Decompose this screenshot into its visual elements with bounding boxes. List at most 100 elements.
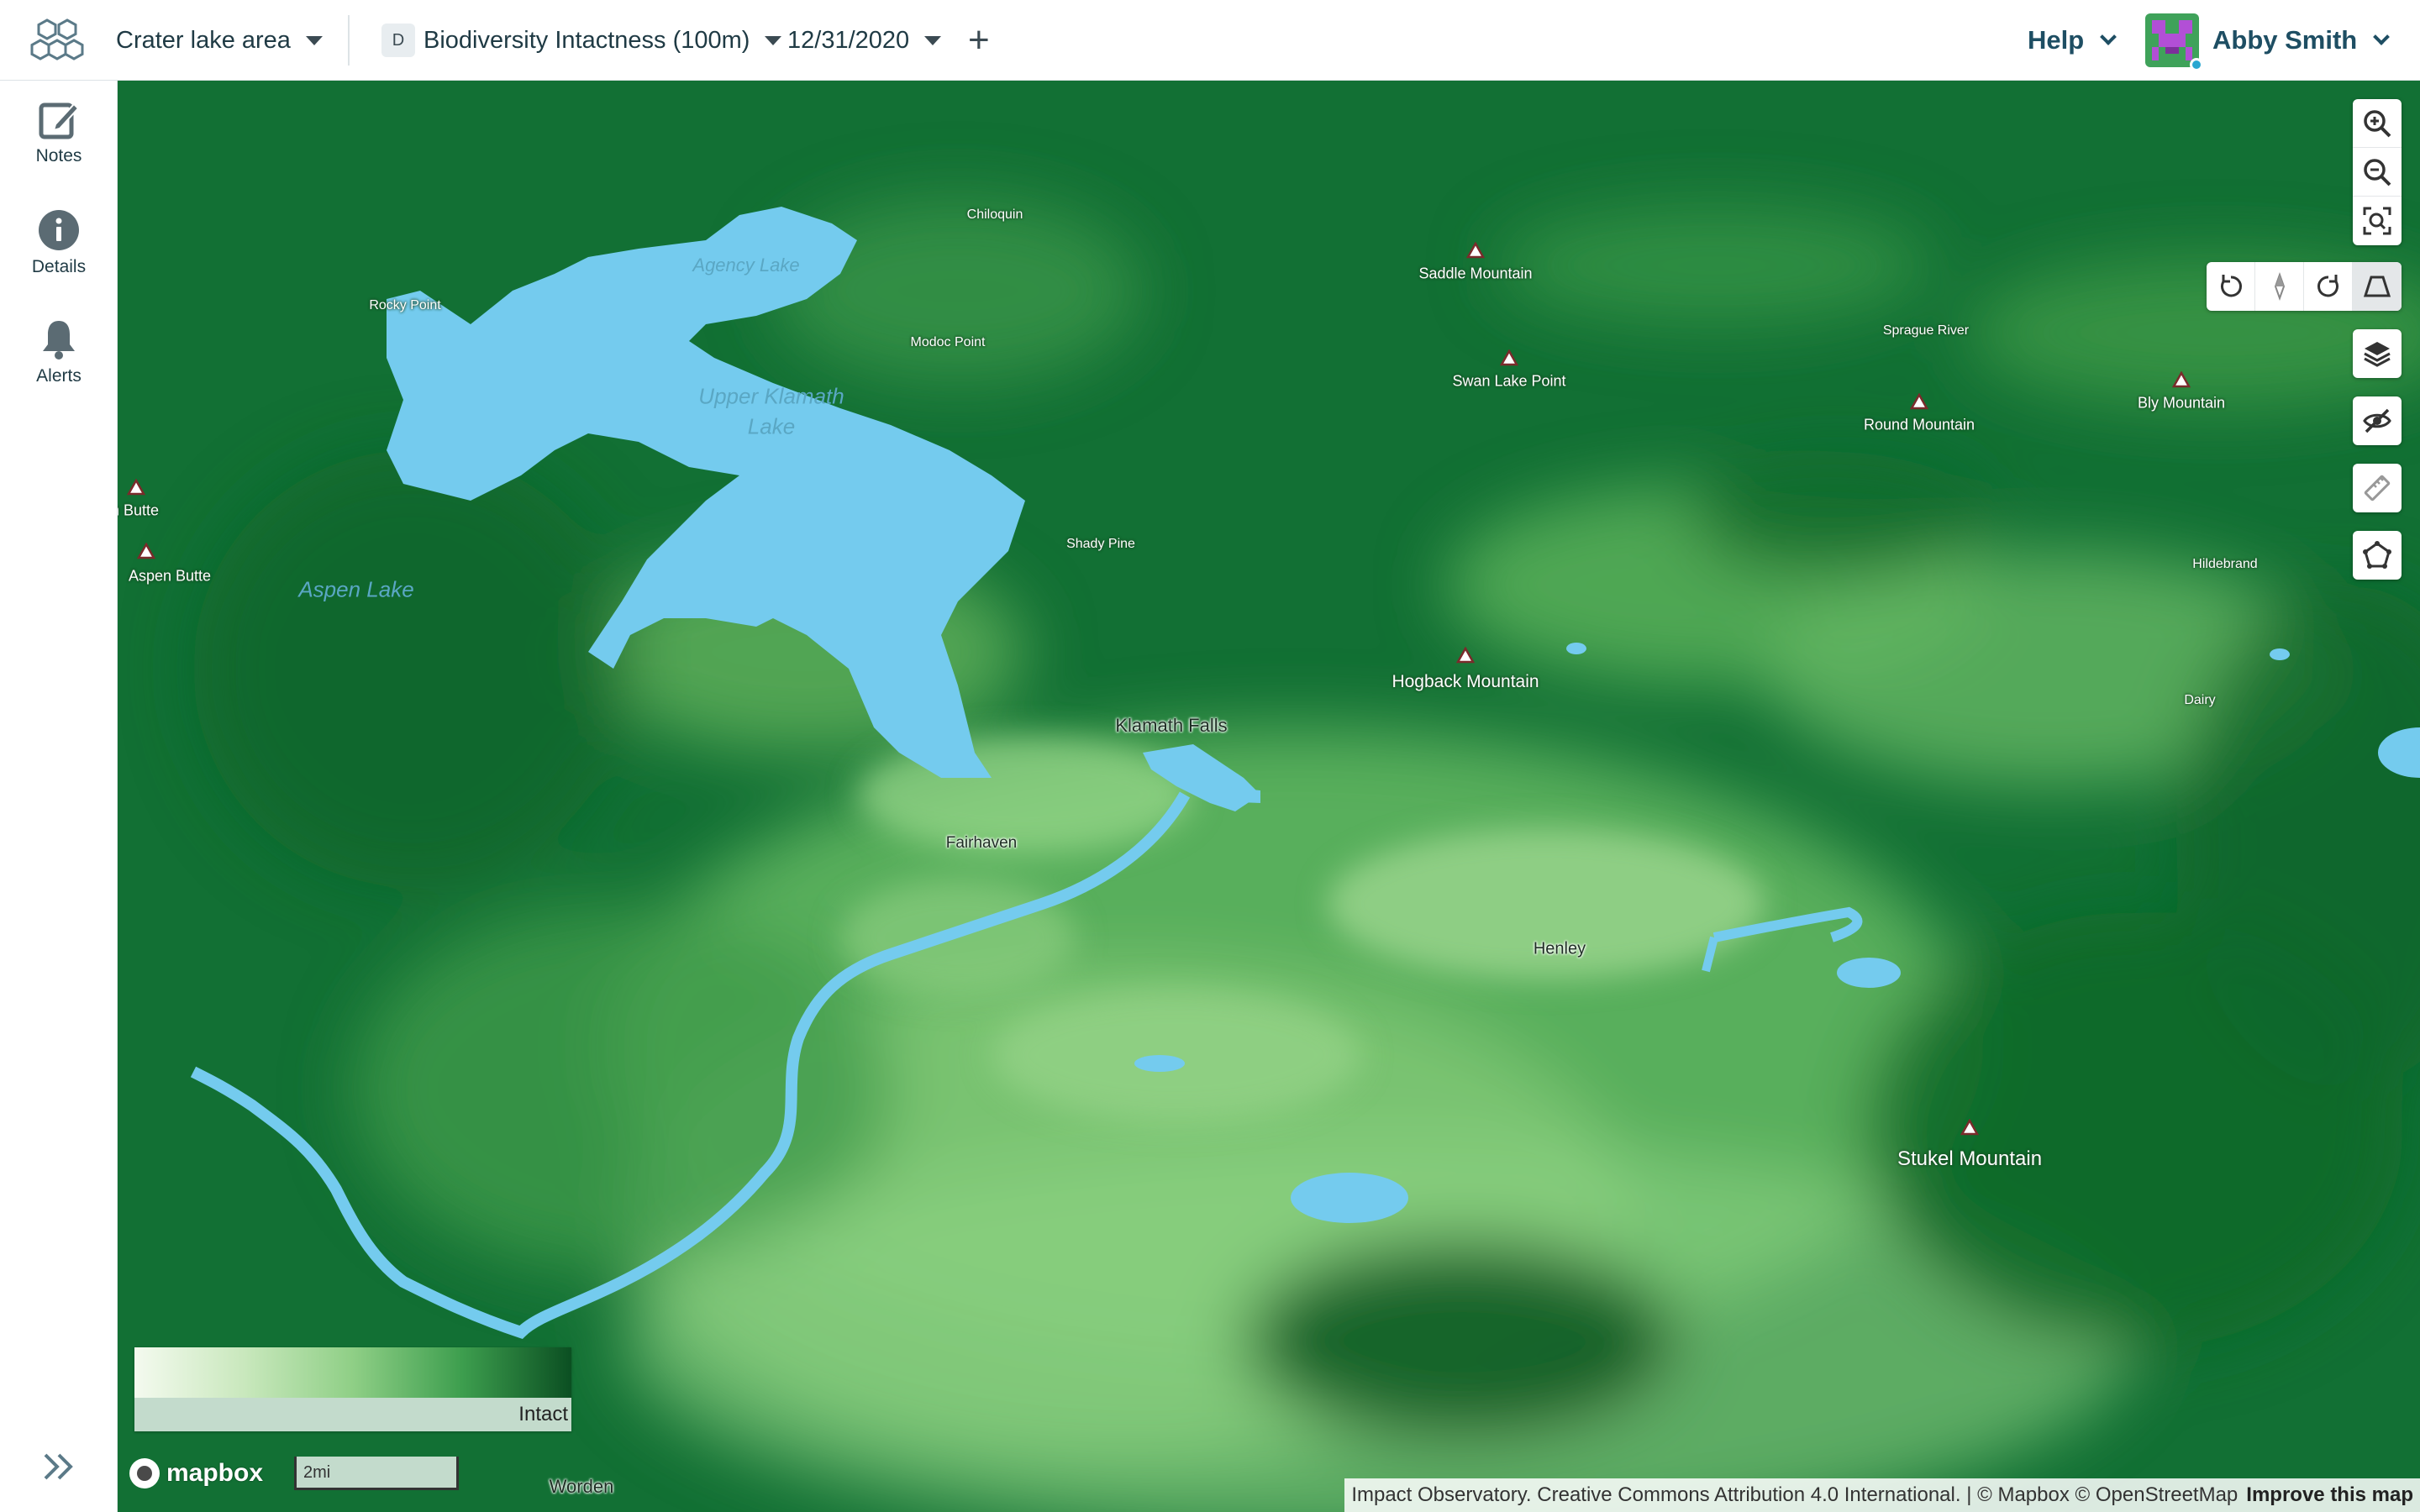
layers-icon — [2364, 342, 2391, 367]
map-label-fairhaven: Fairhaven — [945, 834, 1018, 852]
mountain-peak-icon — [1500, 349, 1518, 366]
biodiversity-map-layer — [118, 81, 2420, 1512]
dataset-selector-label: Biodiversity Intactness (100m) — [424, 26, 750, 54]
fit-bounds-button[interactable] — [2353, 197, 2402, 245]
map-label-shady-pine: Shady Pine — [1066, 537, 1135, 551]
map-label-chiloquin: Chiloquin — [966, 207, 1023, 222]
map-label-upper-klamath: Upper Klamath — [698, 383, 844, 409]
dataset-badge: D — [381, 24, 415, 57]
mapbox-logo-icon — [129, 1458, 160, 1488]
map-canvas[interactable]: Chiloquin Agency Lake Rocky Point Modoc … — [118, 81, 2420, 1512]
visibility-toggle-button[interactable] — [2353, 396, 2402, 445]
pitch-toggle-button[interactable] — [2353, 262, 2402, 311]
mapbox-logo[interactable]: mapbox — [129, 1458, 263, 1488]
left-sidebar: Notes Details Alerts — [0, 81, 118, 1512]
3d-pitch-icon — [2363, 276, 2391, 297]
map-label-modoc-point: Modoc Point — [910, 335, 986, 349]
online-status-indicator — [2190, 58, 2203, 71]
zoom-controls — [2353, 99, 2402, 245]
ruler-icon — [2364, 475, 2391, 501]
area-selector-label: Crater lake area — [116, 26, 291, 54]
polygon-draw-icon — [2363, 541, 2391, 569]
plus-icon: + — [968, 19, 990, 60]
edit-note-icon — [39, 102, 80, 139]
map-attribution: Impact Observatory. Creative Commons Att… — [1344, 1478, 2420, 1512]
help-menu[interactable]: Help — [2028, 0, 2118, 81]
map-label-en-butte: en Butte — [118, 501, 160, 519]
improve-map-link[interactable]: Improve this map — [2246, 1483, 2413, 1507]
area-selector[interactable]: Crater lake area — [116, 0, 323, 81]
zoom-in-icon — [2364, 109, 2391, 137]
map-scale-label: 2mi — [303, 1463, 331, 1482]
avatar — [2145, 13, 2203, 71]
legend-label-bar: Intact — [134, 1398, 571, 1431]
date-selector[interactable]: 12/31/2020 — [787, 0, 942, 81]
app-logo-icon[interactable] — [30, 17, 84, 64]
map-label-round-mountain: Round Mountain — [1863, 416, 1975, 433]
map-label-swan-lake-point: Swan Lake Point — [1452, 372, 1566, 390]
bell-icon — [43, 321, 75, 360]
user-menu[interactable]: Abby Smith — [2145, 0, 2391, 81]
map-label-worden: Worden — [549, 1476, 614, 1497]
map-label-henley: Henley — [1533, 939, 1586, 958]
zoom-in-button[interactable] — [2353, 99, 2402, 148]
compass-button[interactable] — [2255, 262, 2304, 311]
map-scale: 2mi — [294, 1457, 459, 1490]
rotate-left-icon — [2220, 275, 2242, 297]
divider — [348, 15, 350, 66]
map-label-hogback-mountain: Hogback Mountain — [1392, 672, 1539, 691]
sidebar-item-label: Notes — [35, 146, 82, 165]
legend-intact-label: Intact — [518, 1403, 568, 1425]
top-bar: Crater lake area D Biodiversity Intactne… — [0, 0, 2420, 81]
layers-button[interactable] — [2353, 329, 2402, 378]
map-label-rocky-point: Rocky Point — [369, 298, 441, 312]
user-name: Abby Smith — [2212, 25, 2358, 55]
rotate-left-button[interactable] — [2207, 262, 2255, 311]
map-label-klamath-falls: Klamath Falls — [1115, 715, 1228, 736]
fit-bounds-icon — [2363, 207, 2391, 235]
rotate-right-button[interactable] — [2304, 262, 2353, 311]
rotation-controls — [2207, 262, 2402, 311]
dataset-selector[interactable]: D Biodiversity Intactness (100m) — [381, 0, 782, 81]
map-label-dairy: Dairy — [2184, 693, 2216, 707]
zoom-out-button[interactable] — [2353, 148, 2402, 197]
map-label-bly-mountain: Bly Mountain — [2137, 394, 2226, 412]
help-label: Help — [2028, 25, 2085, 55]
chevron-down-icon — [305, 35, 323, 45]
chevron-down-icon — [765, 35, 782, 45]
sidebar-item-label: Alerts — [36, 366, 82, 386]
map-label-aspen-lake: Aspen Lake — [298, 576, 414, 602]
mountain-peak-icon — [1466, 242, 1485, 259]
legend-gradient — [134, 1347, 571, 1398]
sidebar-item-notes[interactable]: Notes — [0, 97, 118, 166]
mountain-peak-icon — [137, 543, 155, 559]
map-label-stukel-mountain: Stukel Mountain — [1897, 1147, 2043, 1170]
add-layer-button[interactable]: + — [968, 0, 990, 81]
mountain-peak-icon — [127, 479, 145, 496]
double-chevron-right-icon[interactable] — [40, 1450, 77, 1483]
map-legend: Intact — [134, 1347, 571, 1431]
map-label-hildebrand: Hildebrand — [2192, 557, 2258, 571]
mountain-peak-icon — [1910, 393, 1928, 410]
map-label-aspen-butte: Aspen Butte — [128, 567, 212, 585]
mapbox-logo-text: mapbox — [166, 1459, 264, 1487]
mountain-peak-icon — [1960, 1119, 1979, 1136]
sidebar-item-label: Details — [31, 257, 87, 276]
info-icon — [39, 210, 79, 250]
chevron-down-icon — [2373, 29, 2391, 45]
sidebar-item-details[interactable]: Details — [0, 208, 118, 277]
attribution-text: Impact Observatory. Creative Commons Att… — [1351, 1483, 2238, 1506]
eye-off-icon — [2363, 408, 2391, 433]
zoom-out-icon — [2364, 158, 2391, 186]
mountain-peak-icon — [2172, 371, 2191, 388]
map-label-sprague-river: Sprague River — [1882, 323, 1970, 338]
map-label-saddle-mountain: Saddle Mountain — [1418, 265, 1533, 282]
sidebar-item-alerts[interactable]: Alerts — [0, 318, 118, 386]
compass-icon — [2274, 272, 2285, 301]
draw-polygon-button[interactable] — [2353, 531, 2402, 580]
rotate-right-icon — [2317, 275, 2338, 297]
measure-button[interactable] — [2353, 464, 2402, 512]
map-label-upper-klamath-lake: Lake — [747, 413, 796, 439]
mountain-peak-icon — [1456, 647, 1475, 664]
chevron-down-icon — [924, 35, 942, 45]
